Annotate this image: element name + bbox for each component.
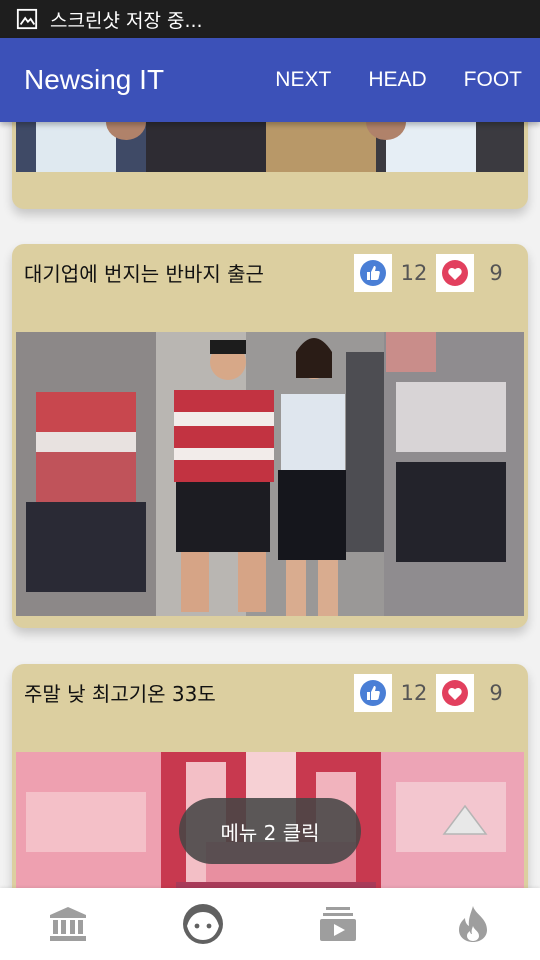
video-library-icon [319,907,356,941]
scroll-to-top-button[interactable] [441,800,489,840]
bottom-navigation [0,888,540,960]
news-headline[interactable]: 대기업에 번지는 반바지 출근 [24,258,264,287]
news-feed[interactable]: 대기업에 번지는 반바지 출근 12 9 주말 낮 최고기온 33도 12 9 [0,122,540,888]
nav-item-3[interactable] [270,888,405,960]
nav-item-1[interactable] [0,888,135,960]
app-title: Newsing IT [24,64,165,95]
head-button[interactable]: HEAD [349,68,444,92]
status-bar: 스크린샷 저장 중... [0,0,540,38]
heart-button[interactable] [436,674,474,712]
nav-item-4[interactable] [405,888,540,960]
news-card[interactable] [12,122,528,209]
triangle-up-icon [442,804,488,835]
heart-icon [442,260,468,286]
news-card[interactable]: 대기업에 번지는 반바지 출근 12 9 [12,244,528,628]
flame-icon [458,906,487,942]
thumbs-up-icon [360,680,386,706]
like-button[interactable] [354,674,392,712]
like-button[interactable] [354,254,392,292]
heart-count: 9 [489,261,503,285]
notification-text: 스크린샷 저장 중... [50,9,203,32]
thumbs-up-icon [360,260,386,286]
toast-message: 메뉴 2 클릭 [179,798,361,864]
news-photo [16,122,524,172]
heart-button[interactable] [436,254,474,292]
nav-item-2[interactable] [135,888,270,960]
app-bar: Newsing IT NEXT HEAD FOOT [0,38,540,122]
office-workers-photo[interactable] [16,332,524,616]
reaction-bar: 12 9 [354,674,518,712]
news-headline[interactable]: 주말 낮 최고기온 33도 [24,678,216,707]
reaction-bar: 12 9 [354,254,518,292]
toast-text: 메뉴 2 클릭 [220,820,320,845]
bank-icon [49,907,86,941]
like-count: 12 [400,681,428,705]
image-icon [16,8,38,30]
app-bar-actions: NEXT HEAD FOOT [256,68,540,92]
heart-icon [442,680,468,706]
next-button[interactable]: NEXT [256,68,349,92]
heart-count: 9 [489,681,503,705]
like-count: 12 [400,261,428,285]
face-icon [182,904,223,944]
foot-button[interactable]: FOOT [445,68,540,92]
